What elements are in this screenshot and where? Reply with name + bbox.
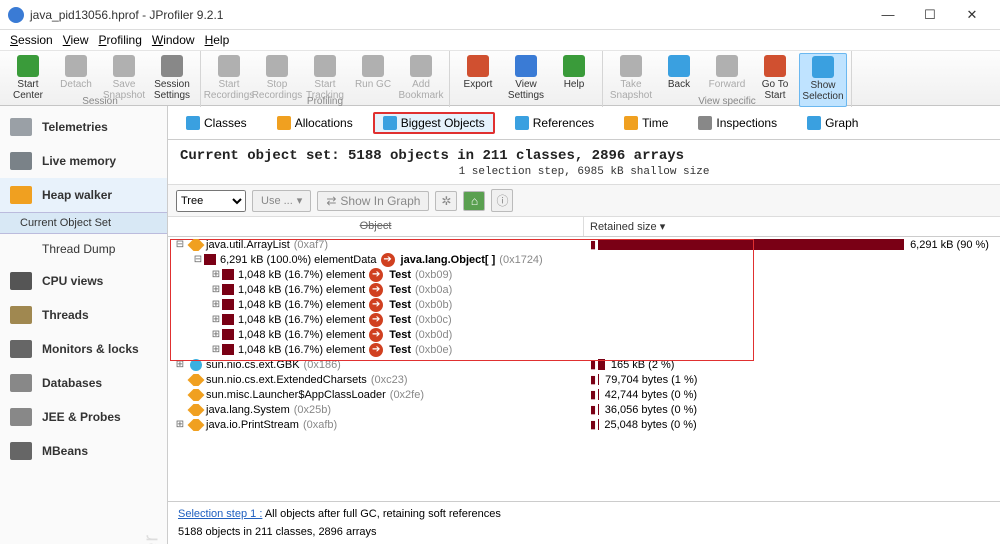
table-header: Object Retained size ▾ <box>168 217 1000 237</box>
table-row[interactable]: sun.misc.Launcher$AppClassLoader(0x2fe)▮… <box>168 387 1000 402</box>
help-button[interactable]: Help <box>550 53 598 107</box>
menubar: SessionViewProfilingWindowHelp <box>0 30 1000 50</box>
show-in-graph-button[interactable]: ⇄ Show In Graph <box>317 191 429 211</box>
sidebar-live-memory[interactable]: Live memory <box>0 144 167 178</box>
watermark: JProfiler <box>140 534 163 544</box>
tab-classes[interactable]: Classes <box>176 112 257 134</box>
sidebar-thread-dump[interactable]: Thread Dump <box>0 234 167 264</box>
control-row: Tree Use ... ▾ ⇄ Show In Graph ✲ ⌂ ⓘ <box>168 184 1000 217</box>
menu-profiling[interactable]: Profiling <box>95 32 146 48</box>
table-row[interactable]: ⊞1,048 kB (16.7%) element➔Test(0xb0a) <box>168 282 1000 297</box>
objectset-sub: 1 selection step, 6985 kB shallow size <box>168 166 1000 184</box>
tool-icon-3[interactable]: ⓘ <box>491 189 513 212</box>
table-row[interactable]: ⊞1,048 kB (16.7%) element➔Test(0xb0d) <box>168 327 1000 342</box>
main-panel: Classes Allocations Biggest Objects Referen… <box>168 106 1000 544</box>
sidebar-telemetries[interactable]: Telemetries <box>0 110 167 144</box>
titlebar: java_pid13056.hprof - JProfiler 9.2.1 — … <box>0 0 1000 30</box>
col-retained[interactable]: Retained size ▾ <box>584 217 1000 236</box>
tab-allocations[interactable]: Allocations <box>267 112 363 134</box>
minimize-button[interactable]: — <box>868 1 908 29</box>
tool-icon-2[interactable]: ⌂ <box>463 191 485 211</box>
sidebar-heap-walker[interactable]: Heap walker <box>0 178 167 212</box>
footer-summary: 5188 objects in 211 classes, 2896 arrays <box>178 526 990 538</box>
view-settings-button[interactable]: ViewSettings <box>502 53 550 107</box>
sidebar-monitors-locks[interactable]: Monitors & locks <box>0 332 167 366</box>
window-title: java_pid13056.hprof - JProfiler 9.2.1 <box>30 8 868 22</box>
menu-help[interactable]: Help <box>201 32 234 48</box>
view-select[interactable]: Tree <box>176 190 246 212</box>
sidebar-databases[interactable]: Databases <box>0 366 167 400</box>
table-row[interactable]: ⊞sun.nio.cs.ext.GBK(0x186)▮165 kB (2 %) <box>168 357 1000 372</box>
table-row[interactable]: ⊞1,048 kB (16.7%) element➔Test(0xb0b) <box>168 297 1000 312</box>
close-button[interactable]: ✕ <box>952 1 992 29</box>
tab-biggest-objects[interactable]: Biggest Objects <box>373 112 495 134</box>
view-tabs: Classes Allocations Biggest Objects Referen… <box>168 106 1000 140</box>
app-icon <box>8 7 24 23</box>
export-button[interactable]: Export <box>454 53 502 107</box>
sidebar-threads[interactable]: Threads <box>0 298 167 332</box>
toolbar: StartCenterDetachSaveSnapshotSessionSett… <box>0 50 1000 106</box>
object-table[interactable]: Object Retained size ▾ ⊟java.util.ArrayL… <box>168 217 1000 501</box>
table-row[interactable]: ⊞1,048 kB (16.7%) element➔Test(0xb09) <box>168 267 1000 282</box>
table-row[interactable]: ⊟6,291 kB (100.0%) elementData➔java.lang… <box>168 252 1000 267</box>
tab-time[interactable]: Time <box>614 112 678 134</box>
table-row[interactable]: ⊞java.io.PrintStream(0xafb)▮25,048 bytes… <box>168 417 1000 432</box>
col-object[interactable]: Object <box>168 217 584 236</box>
footer: Selection step 1 : All objects after ful… <box>168 501 1000 544</box>
tab-graph[interactable]: Graph <box>797 112 868 134</box>
table-row[interactable]: sun.nio.cs.ext.ExtendedCharsets(0xc23)▮7… <box>168 372 1000 387</box>
menu-view[interactable]: View <box>59 32 93 48</box>
maximize-button[interactable]: ☐ <box>910 1 950 29</box>
tab-inspections[interactable]: Inspections <box>688 112 787 134</box>
table-row[interactable]: ⊞1,048 kB (16.7%) element➔Test(0xb0c) <box>168 312 1000 327</box>
tool-icon-1[interactable]: ✲ <box>435 191 457 211</box>
selection-step-link[interactable]: Selection step 1 : <box>178 508 262 520</box>
sidebar: TelemetriesLive memoryHeap walkerCurrent… <box>0 106 168 544</box>
tab-references[interactable]: References <box>505 112 604 134</box>
menu-session[interactable]: Session <box>6 32 57 48</box>
sidebar-cpu-views[interactable]: CPU views <box>0 264 167 298</box>
table-row[interactable]: java.lang.System(0x25b)▮36,056 bytes (0 … <box>168 402 1000 417</box>
table-row[interactable]: ⊞1,048 kB (16.7%) element➔Test(0xb0e) <box>168 342 1000 357</box>
objectset-heading: Current object set: 5188 objects in 211 … <box>168 140 1000 166</box>
sidebar-jee-probes[interactable]: JEE & Probes <box>0 400 167 434</box>
menu-window[interactable]: Window <box>148 32 199 48</box>
table-row[interactable]: ⊟java.util.ArrayList(0xaf7)▮6,291 kB (90… <box>168 237 1000 252</box>
use-button[interactable]: Use ... ▾ <box>252 190 311 212</box>
sidebar-mbeans[interactable]: MBeans <box>0 434 167 468</box>
sidebar-sub-current[interactable]: Current Object Set <box>0 212 167 234</box>
